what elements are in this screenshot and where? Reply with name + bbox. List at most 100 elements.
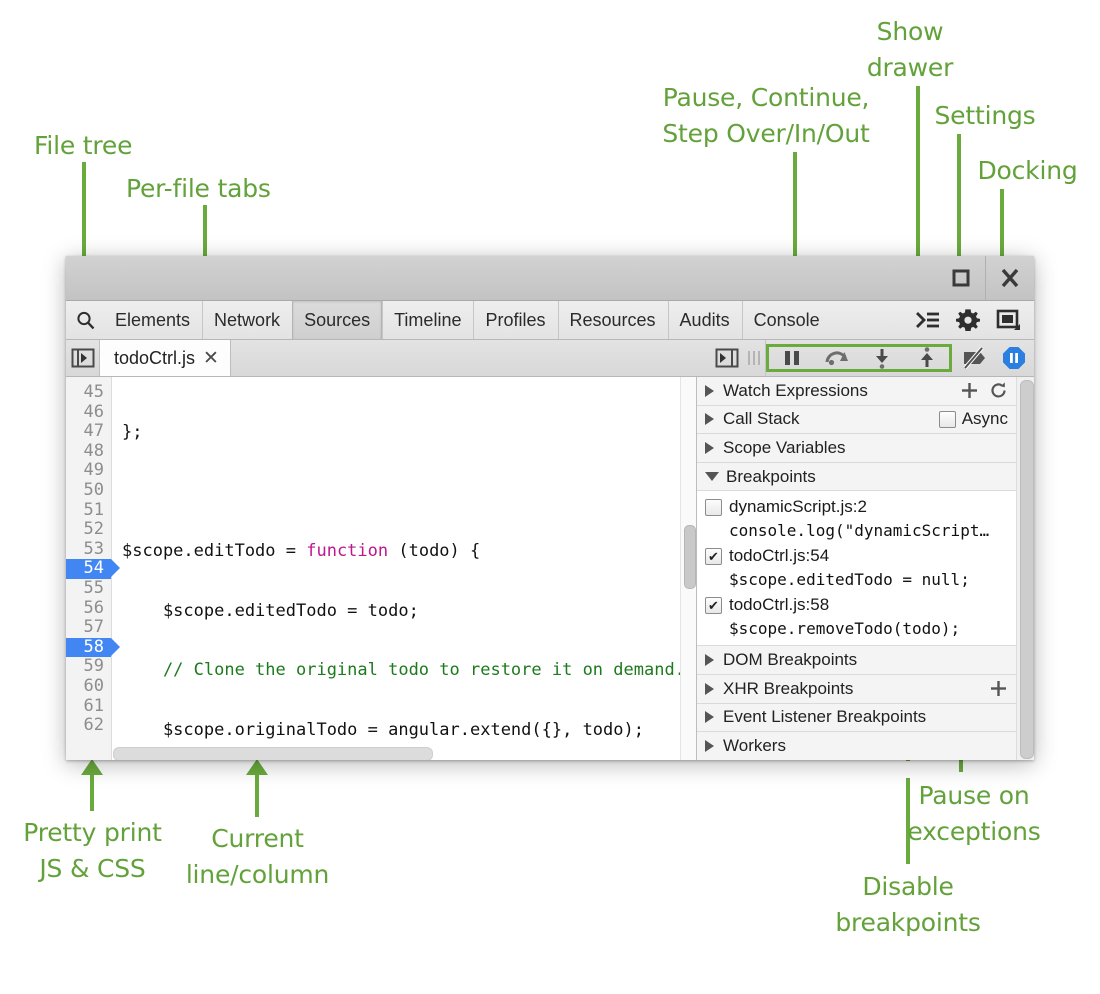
code-keyword: function [306,541,388,561]
arrowhead-pretty-print [81,759,103,775]
line-number[interactable]: 59 [66,657,111,677]
source-editor[interactable]: 45 46 47 48 49 50 51 52 53 54 55 56 57 5… [66,377,697,760]
deactivate-breakpoints-button[interactable] [954,340,994,376]
editor-horizontal-scrollbar[interactable] [113,747,680,759]
line-number[interactable]: 48 [66,442,111,462]
line-number[interactable]: 53 [66,540,111,560]
devtools-window: Elements Network Sources Timeline Profil… [66,256,1034,760]
breakpoint-marker-58[interactable]: 58 [66,638,111,658]
section-event-listener-breakpoints[interactable]: Event Listener Breakpoints [697,704,1017,733]
tab-timeline[interactable]: Timeline [382,301,473,339]
line-number[interactable]: 47 [66,422,111,442]
close-icon [998,266,1022,290]
maximize-button[interactable] [937,256,985,300]
tab-audits[interactable]: Audits [668,301,742,339]
breakpoint-checkbox[interactable] [705,499,722,516]
step-into-button[interactable] [859,347,904,369]
section-call-stack[interactable]: Call Stack Async [697,406,1017,435]
search-button[interactable] [66,301,104,339]
code-text: }; [122,422,142,442]
code-content[interactable]: }; $scope.editTodo = function (todo) { $… [112,377,696,760]
tab-profiles[interactable]: Profiles [473,301,557,339]
docking-button[interactable] [988,301,1028,339]
show-navigator-button[interactable] [66,340,100,376]
section-label: Workers [723,736,786,756]
line-number[interactable]: 51 [66,501,111,521]
step-out-icon [917,347,937,369]
grip-icon[interactable] [743,351,765,365]
annotation-file-tree: File tree [34,128,132,164]
pause-on-exceptions-button[interactable] [994,340,1034,376]
breakpoint-row[interactable]: ✔ todoCtrl.js:58 $scope.removeTodo(todo)… [697,593,1017,642]
line-number[interactable]: 62 [66,716,111,736]
line-number[interactable]: 46 [66,403,111,423]
line-number-gutter[interactable]: 45 46 47 48 49 50 51 52 53 54 55 56 57 5… [66,377,112,760]
breakpoint-checkbox[interactable]: ✔ [705,548,722,565]
line-number[interactable]: 50 [66,481,111,501]
annotation-current-line-column: Current line/column [165,821,350,892]
search-icon [75,310,96,331]
section-label: XHR Breakpoints [723,679,853,699]
section-workers[interactable]: Workers [697,732,1017,760]
tab-sources[interactable]: Sources [292,301,382,339]
breakpoint-code: $scope.removeTodo(todo); [705,617,1017,640]
section-dom-breakpoints[interactable]: DOM Breakpoints [697,646,1017,675]
chevron-down-icon [705,472,719,481]
annotation-settings: Settings [900,98,1070,134]
line-number[interactable]: 52 [66,520,111,540]
breakpoint-location: dynamicScript.js:2 [729,497,867,517]
line-number[interactable]: 56 [66,599,111,619]
code-line: $scope.editedTodo = todo; [122,602,696,622]
tab-console[interactable]: Console [742,301,832,339]
section-breakpoints[interactable]: Breakpoints [697,463,1017,492]
step-out-button[interactable] [904,347,949,369]
refresh-icon[interactable] [989,381,1008,400]
line-number[interactable]: 45 [66,383,111,403]
pause-on-exceptions-icon [1001,345,1027,371]
sidebar-scrollbar[interactable] [1016,377,1034,760]
tab-network[interactable]: Network [202,301,292,339]
file-tab-todoctrl[interactable]: todoCtrl.js ✕ [100,340,231,376]
tab-elements[interactable]: Elements [104,301,202,339]
breakpoint-row[interactable]: dynamicScript.js:2 console.log("dynamicS… [697,495,1017,544]
async-checkbox[interactable] [939,411,956,428]
show-sidebar-button[interactable] [711,348,743,368]
sidebar-scrollbar-thumb[interactable] [1020,380,1034,759]
async-label: Async [962,409,1008,429]
close-button[interactable] [986,256,1034,300]
chevron-right-icon [705,654,714,666]
editor-hscrollbar-thumb[interactable] [113,747,433,760]
editor-vertical-scrollbar[interactable] [680,377,696,760]
editor-scrollbar-thumb[interactable] [684,525,696,589]
breakpoint-marker-54[interactable]: 54 [66,559,111,579]
docking-icon [995,307,1021,333]
leader-current-line-column [255,775,259,817]
code-line: $scope.editTodo = function (todo) { [122,542,696,562]
tab-resources[interactable]: Resources [558,301,668,339]
section-scope-variables[interactable]: Scope Variables [697,434,1017,463]
breakpoint-header: ✔ todoCtrl.js:58 [705,593,1017,617]
settings-button[interactable] [948,301,988,339]
breakpoint-row[interactable]: ✔ todoCtrl.js:54 $scope.editedTodo = nul… [697,544,1017,593]
pause-button[interactable] [769,347,814,369]
step-over-button[interactable] [814,347,859,369]
window-buttons [937,256,1034,300]
plus-icon[interactable] [960,381,979,400]
line-number[interactable]: 61 [66,697,111,717]
close-icon[interactable]: ✕ [203,349,219,368]
line-number[interactable]: 49 [66,461,111,481]
line-number[interactable]: 55 [66,579,111,599]
line-number[interactable]: 60 [66,677,111,697]
show-drawer-icon [915,309,941,331]
debugger-step-group [766,344,952,372]
section-xhr-breakpoints[interactable]: XHR Breakpoints [697,675,1017,704]
square-icon [950,267,972,289]
plus-icon[interactable] [989,679,1008,698]
debugger-sidebar: Watch Expressions Call Stack [697,377,1034,760]
breakpoints-list: dynamicScript.js:2 console.log("dynamicS… [697,491,1017,646]
breakpoint-checkbox[interactable]: ✔ [705,597,722,614]
show-drawer-button[interactable] [908,301,948,339]
line-number[interactable]: 57 [66,618,111,638]
async-toggle[interactable]: Async [939,409,1017,429]
section-watch-expressions[interactable]: Watch Expressions [697,377,1017,406]
